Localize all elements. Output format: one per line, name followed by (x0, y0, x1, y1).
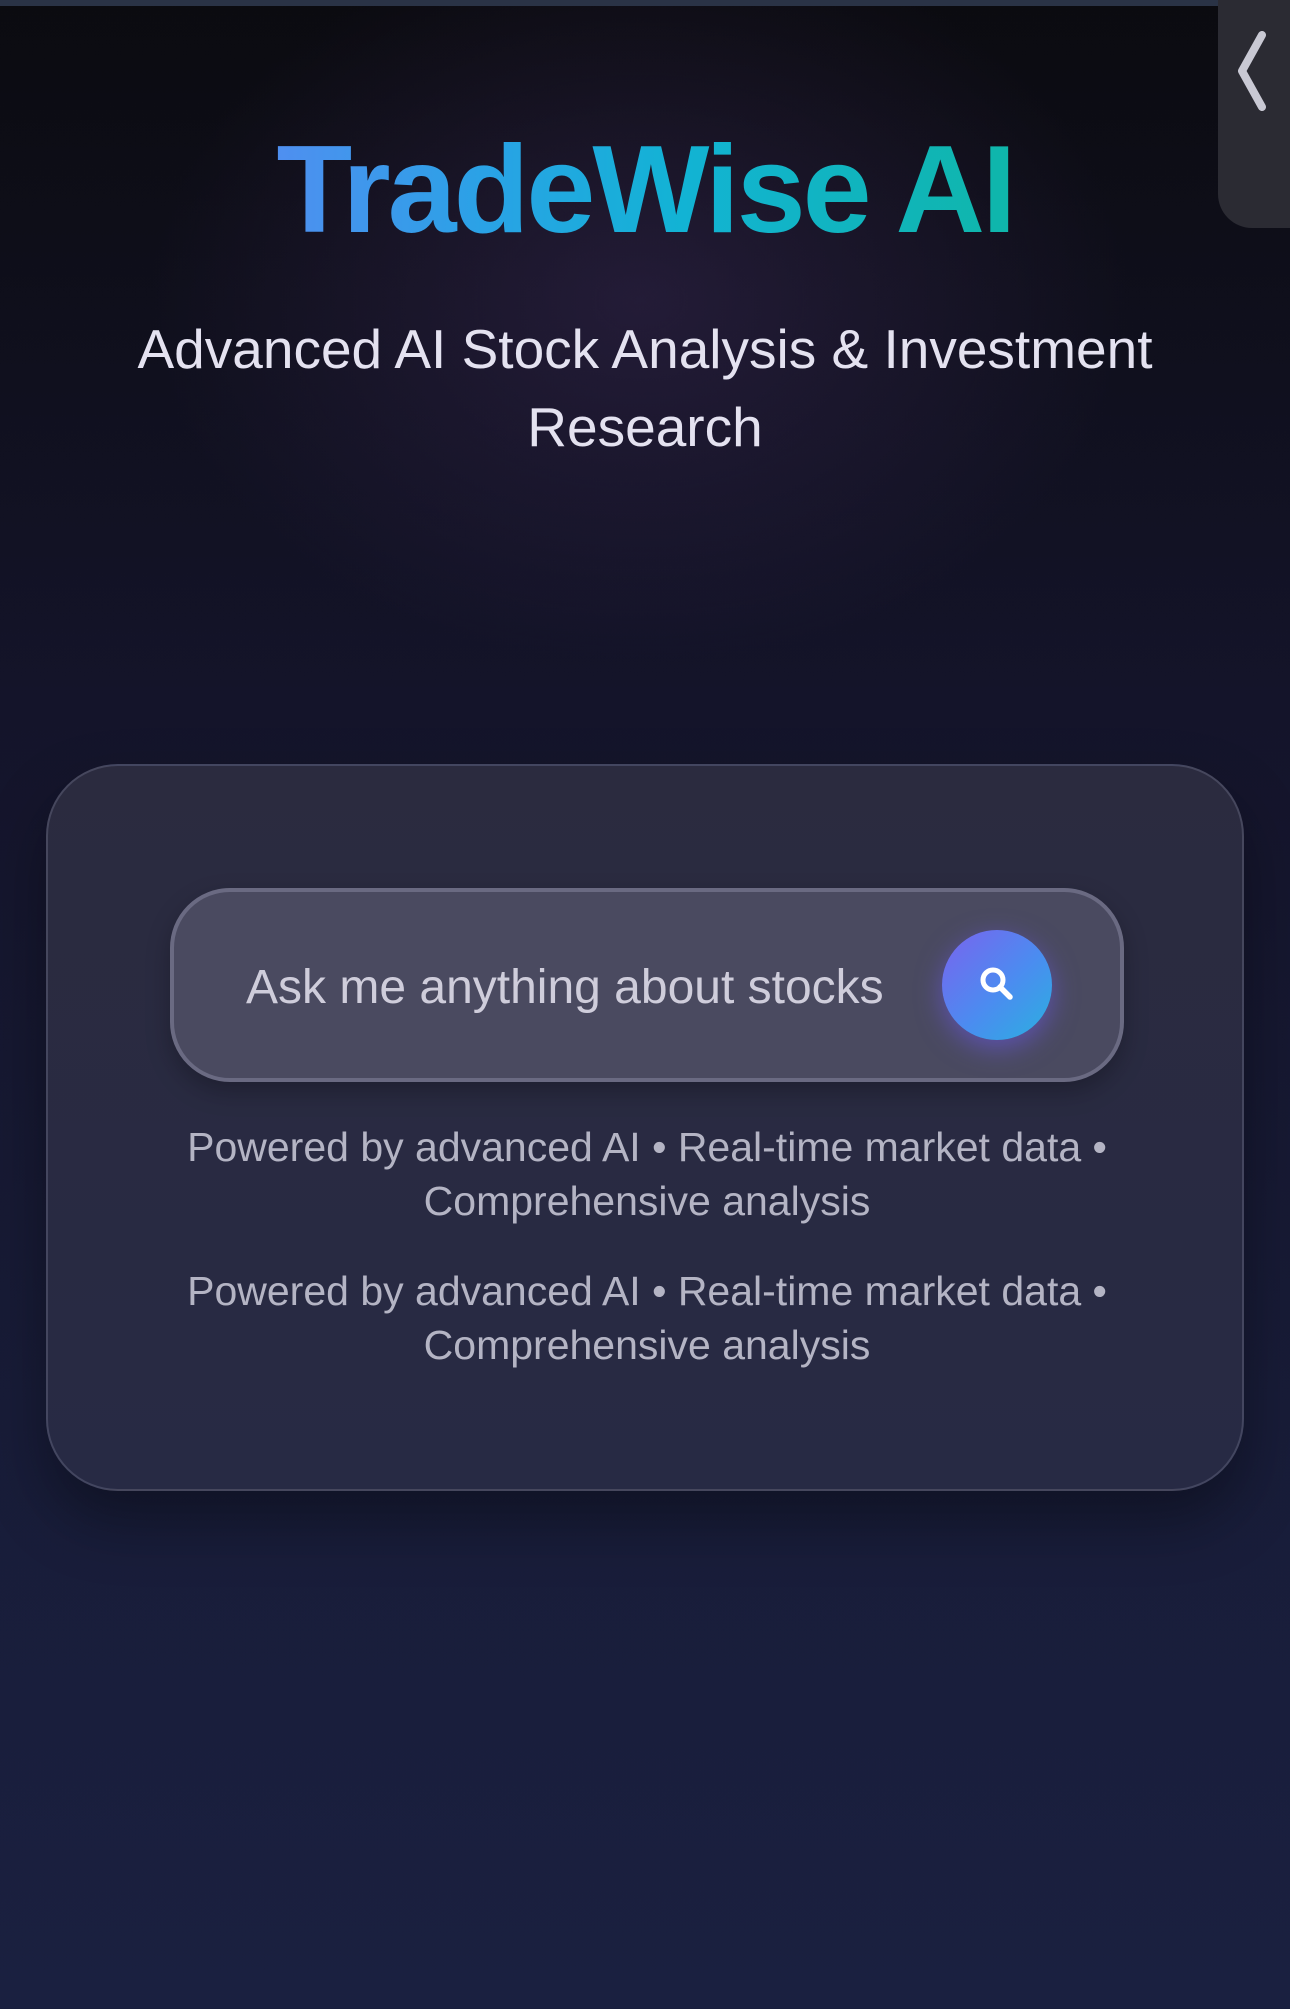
page-subtitle: Advanced AI Stock Analysis & Investment … (137, 318, 1153, 458)
search-card: Powered by advanced AI • Real-time marke… (46, 764, 1244, 1491)
search-input[interactable] (246, 932, 936, 1042)
top-status-strip (0, 0, 1290, 6)
chevron-left-icon (1234, 31, 1268, 111)
search-button[interactable] (942, 930, 1052, 1040)
search-icon (977, 964, 1017, 1007)
tagline: Powered by advanced AI • Real-time marke… (187, 1268, 1107, 1368)
app-title: TradeWise AI (0, 120, 1290, 260)
tagline: Powered by advanced AI • Real-time marke… (187, 1124, 1107, 1224)
app-title-text: TradeWise AI (276, 121, 1016, 259)
search-bar (170, 888, 1124, 1082)
